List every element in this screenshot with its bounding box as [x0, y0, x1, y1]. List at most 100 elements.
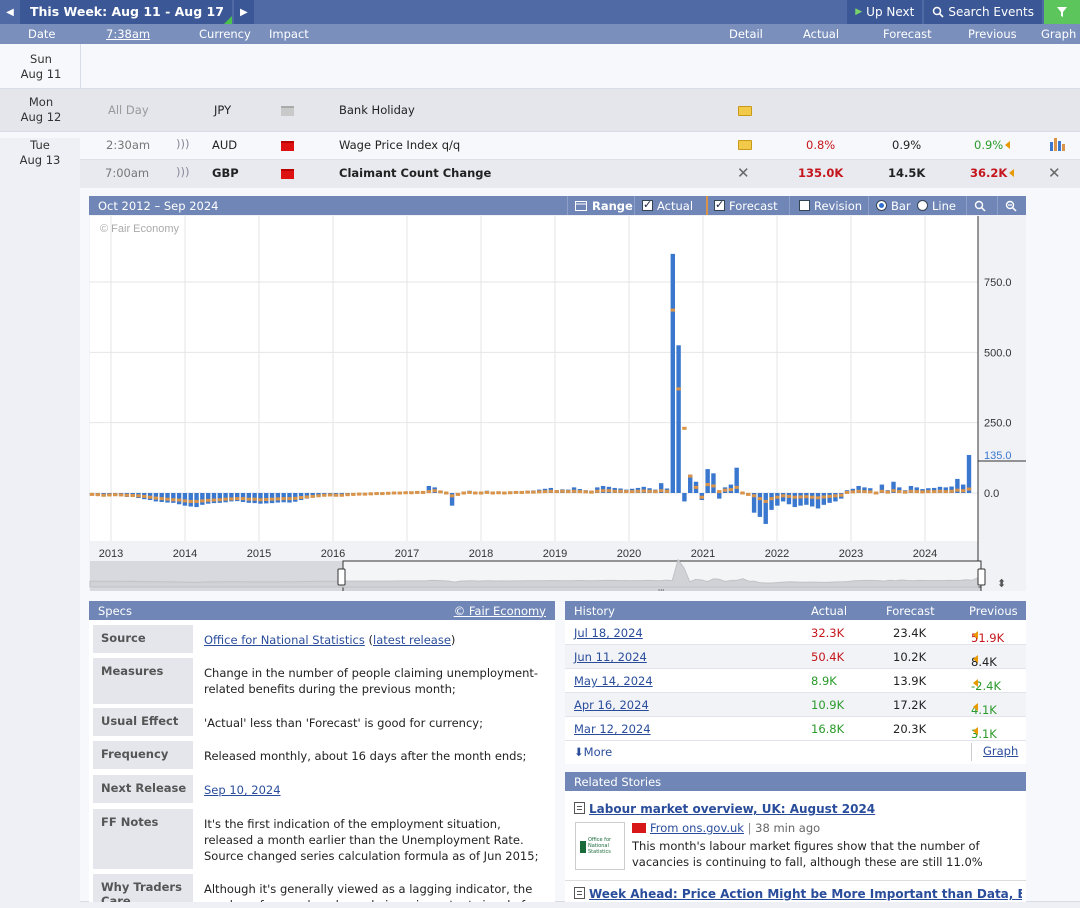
folder-icon[interactable] [738, 105, 752, 119]
forecast-marker[interactable] [595, 489, 600, 493]
forecast-marker[interactable] [804, 495, 809, 499]
actual-bar[interactable] [171, 493, 176, 503]
forecast-marker[interactable] [612, 489, 617, 493]
forecast-marker[interactable] [868, 490, 873, 494]
forecast-marker[interactable] [461, 491, 466, 495]
actual-bar[interactable] [804, 493, 809, 505]
forecast-marker[interactable] [827, 494, 832, 498]
forecast-marker[interactable] [275, 497, 281, 501]
forecast-marker[interactable] [188, 499, 193, 503]
bar-radio[interactable]: Bar [876, 196, 911, 215]
forecast-marker[interactable] [217, 498, 222, 502]
forecast-marker[interactable] [600, 489, 606, 493]
actual-bar[interactable] [815, 493, 821, 509]
forecast-marker[interactable] [746, 492, 751, 496]
forecast-marker[interactable] [734, 485, 739, 489]
line-radio[interactable]: Line [917, 196, 956, 215]
source-link[interactable]: Office for National Statistics [204, 633, 365, 647]
zoom-in-button[interactable] [974, 196, 986, 215]
forecast-marker[interactable] [699, 495, 705, 499]
forecast-marker[interactable] [507, 491, 513, 495]
forecast-marker[interactable] [891, 489, 896, 493]
forecast-marker[interactable] [484, 490, 490, 494]
forecast-marker[interactable] [438, 490, 443, 494]
actual-checkbox[interactable]: Actual [642, 196, 693, 215]
actual-bar[interactable] [705, 469, 710, 493]
forecast-marker[interactable] [252, 497, 257, 501]
forecast-marker[interactable] [194, 499, 199, 503]
forecast-marker[interactable] [798, 495, 803, 499]
actual-bar[interactable] [670, 253, 675, 493]
forecast-marker[interactable] [403, 491, 408, 495]
forecast-marker[interactable] [449, 494, 455, 498]
forecast-marker[interactable] [606, 489, 612, 493]
forecast-marker[interactable] [304, 495, 310, 499]
forecast-marker[interactable] [89, 492, 95, 496]
forecast-marker[interactable] [542, 490, 548, 494]
prev-week-button[interactable]: ◀ [0, 0, 20, 24]
close-detail-icon[interactable]: ✕ [737, 164, 750, 182]
forecast-marker[interactable] [223, 497, 228, 501]
forecast-marker[interactable] [862, 490, 867, 494]
forecast-marker[interactable] [943, 490, 948, 494]
forecast-marker[interactable] [426, 490, 432, 494]
forecast-marker[interactable] [908, 489, 914, 493]
forecast-marker[interactable] [711, 484, 716, 488]
forecast-marker[interactable] [624, 490, 629, 494]
forecast-marker[interactable] [293, 496, 298, 500]
forecast-marker[interactable] [763, 499, 768, 503]
forecast-marker[interactable] [670, 308, 675, 312]
forecast-marker[interactable] [420, 490, 426, 494]
forecast-marker[interactable] [566, 490, 571, 494]
forecast-marker[interactable] [821, 495, 827, 499]
forecast-marker[interactable] [258, 498, 263, 502]
search-events-button[interactable]: Search Events [924, 0, 1042, 24]
forecast-marker[interactable] [124, 493, 130, 497]
forecast-marker[interactable] [740, 491, 745, 495]
forecast-marker[interactable] [641, 489, 646, 493]
forecast-marker[interactable] [809, 495, 815, 499]
range-button[interactable]: Range [575, 196, 633, 215]
story-1[interactable]: Labour market overview, UK: August 2024 [574, 802, 875, 816]
more-link[interactable]: ⬇More [574, 745, 612, 759]
forecast-marker[interactable] [339, 493, 344, 497]
revision-checkbox[interactable]: Revision [799, 196, 862, 215]
zoom-out-button[interactable] [1005, 196, 1017, 215]
forecast-marker[interactable] [618, 489, 623, 493]
story-title[interactable]: Week Ahead: Price Action Might be More I… [589, 887, 1022, 901]
forecast-marker[interactable] [792, 495, 797, 499]
forecast-marker[interactable] [409, 491, 414, 495]
forecast-marker[interactable] [165, 497, 170, 501]
actual-bar[interactable] [734, 467, 739, 493]
forecast-marker[interactable] [815, 496, 821, 500]
forecast-marker[interactable] [583, 490, 588, 494]
event-title[interactable]: Claimant Count Change [339, 166, 491, 180]
history-date-link[interactable]: May 14, 2024 [574, 674, 653, 688]
forecast-marker[interactable] [769, 497, 774, 501]
forecast-marker[interactable] [171, 498, 176, 502]
actual-bar[interactable] [711, 473, 716, 493]
forecast-marker[interactable] [473, 491, 478, 495]
forecast-marker[interactable] [345, 493, 350, 497]
forecast-marker[interactable] [513, 490, 519, 494]
forecast-marker[interactable] [751, 494, 757, 498]
forecast-marker[interactable] [786, 494, 792, 498]
actual-bar[interactable] [809, 493, 815, 507]
forecast-marker[interactable] [571, 489, 577, 493]
forecast-marker[interactable] [147, 495, 153, 499]
forecast-marker[interactable] [931, 490, 937, 494]
actual-bar[interactable] [757, 493, 763, 517]
forecast-marker[interactable] [705, 483, 710, 487]
forecast-marker[interactable] [368, 492, 373, 496]
forecast-marker[interactable] [577, 490, 583, 494]
forecast-marker[interactable] [455, 492, 461, 496]
forecast-marker[interactable] [113, 493, 118, 497]
forecast-marker[interactable] [130, 494, 135, 498]
forecast-marker[interactable] [467, 490, 472, 494]
forecast-marker[interactable] [722, 488, 728, 492]
forecast-marker[interactable] [95, 493, 101, 497]
filter-button[interactable] [1044, 0, 1080, 24]
forecast-marker[interactable] [234, 497, 240, 501]
forecast-marker[interactable] [728, 488, 734, 492]
forecast-marker[interactable] [356, 492, 362, 496]
